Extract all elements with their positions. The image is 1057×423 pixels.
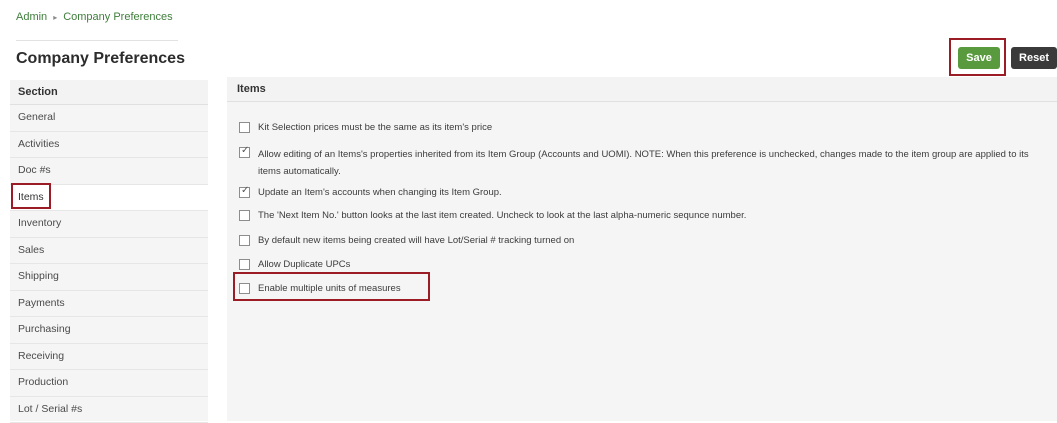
option-label: By default new items being created will … — [258, 234, 574, 247]
option-row: ✓ Allow editing of an Items's properties… — [239, 146, 1039, 180]
lot-serial-tracking-checkbox[interactable]: ✓ — [239, 235, 250, 246]
breadcrumb-divider — [16, 40, 178, 41]
option-row: ✓ By default new items being created wil… — [239, 234, 574, 247]
option-row: ✓ Allow Duplicate UPCs — [239, 258, 350, 271]
update-item-accounts-checkbox[interactable]: ✓ — [239, 187, 250, 198]
option-label: Allow editing of an Items's properties i… — [258, 146, 1039, 180]
save-button-highlight — [949, 38, 1006, 76]
option-label: The 'Next Item No.' button looks at the … — [258, 209, 746, 222]
reset-button[interactable]: Reset — [1011, 47, 1057, 69]
allow-duplicate-upcs-checkbox[interactable]: ✓ — [239, 259, 250, 270]
page-title: Company Preferences — [16, 50, 185, 68]
checkmark-icon: ✓ — [241, 185, 249, 197]
items-highlight — [11, 183, 51, 209]
panel-header: Items — [227, 77, 1057, 102]
section-sidebar: Section General Activities Doc #s Items … — [10, 80, 208, 421]
sidebar-item-sales[interactable]: Sales — [10, 238, 208, 265]
breadcrumb-separator-icon: ▸ — [53, 13, 57, 22]
sidebar-header: Section — [10, 80, 208, 105]
breadcrumb: Admin ▸ Company Preferences — [16, 11, 173, 23]
kit-selection-price-checkbox[interactable]: ✓ — [239, 122, 250, 133]
sidebar-item-shipping[interactable]: Shipping — [10, 264, 208, 291]
next-item-number-checkbox[interactable]: ✓ — [239, 210, 250, 221]
multiple-units-highlight — [233, 272, 430, 301]
breadcrumb-admin-link[interactable]: Admin — [16, 11, 47, 23]
option-row: ✓ Update an Item's accounts when changin… — [239, 186, 502, 199]
sidebar-item-receiving[interactable]: Receiving — [10, 344, 208, 371]
option-row: ✓ Kit Selection prices must be the same … — [239, 121, 492, 134]
sidebar-item-production[interactable]: Production — [10, 370, 208, 397]
checkmark-icon: ✓ — [241, 145, 249, 157]
allow-editing-inherited-checkbox[interactable]: ✓ — [239, 147, 250, 158]
option-row: ✓ The 'Next Item No.' button looks at th… — [239, 209, 746, 222]
option-label: Update an Item's accounts when changing … — [258, 186, 502, 199]
items-panel: Items ✓ Kit Selection prices must be the… — [227, 77, 1057, 421]
sidebar-item-inventory[interactable]: Inventory — [10, 211, 208, 238]
sidebar-item-activities[interactable]: Activities — [10, 132, 208, 159]
sidebar-item-purchasing[interactable]: Purchasing — [10, 317, 208, 344]
option-label: Allow Duplicate UPCs — [258, 258, 350, 271]
option-label: Kit Selection prices must be the same as… — [258, 121, 492, 134]
breadcrumb-current[interactable]: Company Preferences — [63, 11, 172, 23]
sidebar-item-doc-numbers[interactable]: Doc #s — [10, 158, 208, 185]
sidebar-item-payments[interactable]: Payments — [10, 291, 208, 318]
sidebar-item-general[interactable]: General — [10, 105, 208, 132]
sidebar-item-lot-serial[interactable]: Lot / Serial #s — [10, 397, 208, 423]
